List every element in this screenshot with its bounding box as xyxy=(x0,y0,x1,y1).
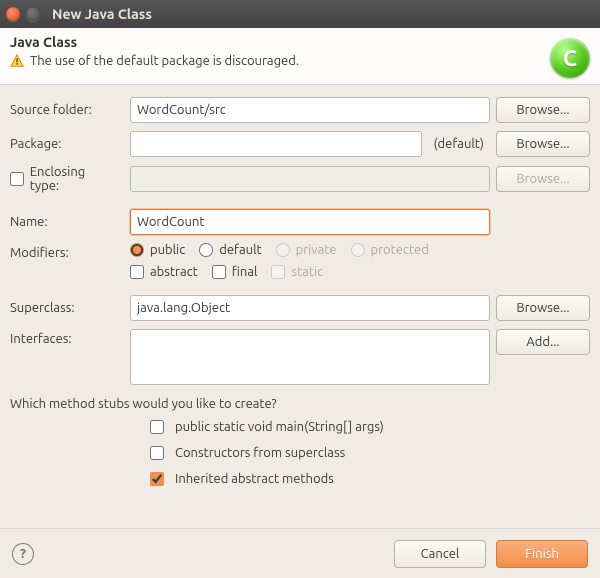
stub-main-checkbox[interactable] xyxy=(150,420,164,434)
modifier-private: private xyxy=(276,243,337,257)
modifier-public[interactable]: public xyxy=(130,243,185,257)
label-enclosing-type: Enclosing type: xyxy=(30,165,116,193)
name-input[interactable] xyxy=(130,209,490,235)
window-close-icon[interactable] xyxy=(6,7,20,21)
source-folder-input[interactable] xyxy=(130,97,490,123)
modifier-static: static xyxy=(271,265,323,279)
package-input[interactable] xyxy=(130,131,422,157)
page-title: Java Class xyxy=(10,34,590,50)
help-icon[interactable]: ? xyxy=(12,543,34,565)
modifier-private-radio xyxy=(276,243,290,257)
modifier-abstract[interactable]: abstract xyxy=(130,265,198,279)
stub-inherited-checkbox[interactable] xyxy=(150,472,164,486)
form-body: Source folder: Browse... Package: (defau… xyxy=(0,85,600,489)
browse-enclosing-type-button: Browse... xyxy=(496,166,590,192)
stub-constructors-label: Constructors from superclass xyxy=(175,446,345,460)
dialog-footer: ? Cancel Finish xyxy=(0,528,600,578)
stub-constructors-checkbox[interactable] xyxy=(150,446,164,460)
label-superclass: Superclass: xyxy=(10,301,130,315)
title-bar: New Java Class xyxy=(0,0,600,28)
superclass-input[interactable] xyxy=(130,295,490,321)
label-modifiers: Modifiers: xyxy=(10,243,130,260)
modifier-protected: protected xyxy=(351,243,429,257)
window-title: New Java Class xyxy=(52,6,152,22)
enclosing-type-toggle[interactable]: Enclosing type: xyxy=(10,165,116,193)
modifier-abstract-checkbox[interactable] xyxy=(130,265,144,279)
enclosing-type-input xyxy=(130,166,490,192)
modifier-default-radio[interactable] xyxy=(199,243,213,257)
label-name: Name: xyxy=(10,215,130,229)
browse-source-folder-button[interactable]: Browse... xyxy=(496,97,590,123)
warning-text: The use of the default package is discou… xyxy=(30,54,299,68)
label-package: Package: xyxy=(10,137,130,151)
window-minimize-icon[interactable] xyxy=(26,7,40,21)
browse-superclass-button[interactable]: Browse... xyxy=(496,295,590,321)
warning-icon xyxy=(10,54,24,68)
modifier-final[interactable]: final xyxy=(212,265,258,279)
add-interface-button[interactable]: Add... xyxy=(496,329,590,355)
class-badge-icon: C xyxy=(550,38,590,78)
modifier-default[interactable]: default xyxy=(199,243,261,257)
enclosing-type-checkbox[interactable] xyxy=(10,172,24,186)
label-source-folder: Source folder: xyxy=(10,103,130,117)
finish-button[interactable]: Finish xyxy=(496,540,588,568)
interfaces-list[interactable] xyxy=(130,329,490,385)
stub-inherited-label: Inherited abstract methods xyxy=(175,472,334,486)
browse-package-button[interactable]: Browse... xyxy=(496,131,590,157)
label-interfaces: Interfaces: xyxy=(10,329,130,346)
dialog-header: Java Class The use of the default packag… xyxy=(0,28,600,85)
package-default-suffix: (default) xyxy=(428,137,491,151)
label-method-stubs: Which method stubs would you like to cre… xyxy=(10,397,590,411)
cancel-button[interactable]: Cancel xyxy=(394,540,486,568)
modifier-final-checkbox[interactable] xyxy=(212,265,226,279)
modifier-protected-radio xyxy=(351,243,365,257)
stub-main-label: public static void main(String[] args) xyxy=(175,420,384,434)
modifier-static-checkbox xyxy=(271,265,285,279)
modifier-public-radio[interactable] xyxy=(130,243,144,257)
